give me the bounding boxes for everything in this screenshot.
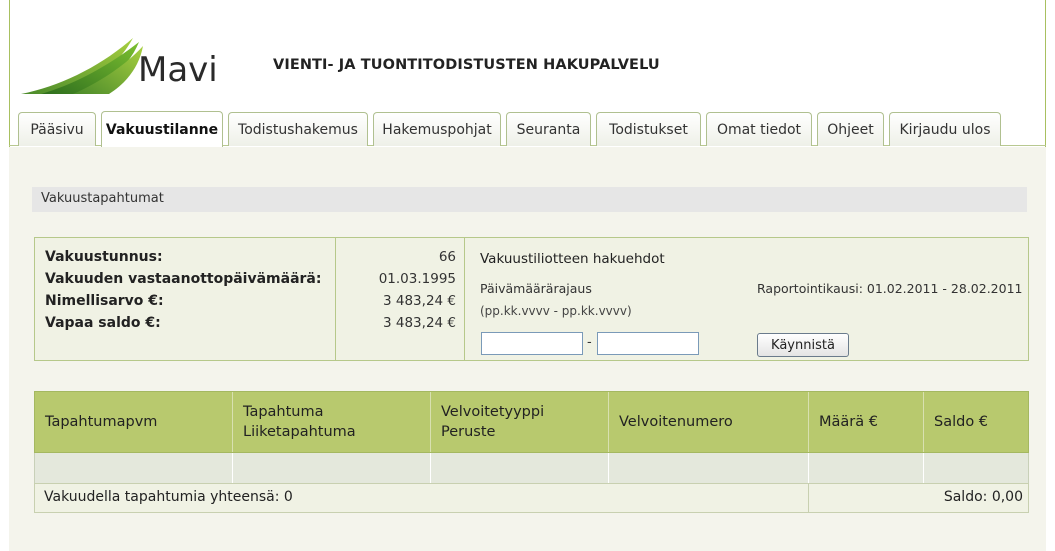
tab-omat-tiedot[interactable]: Omat tiedot [706,112,812,146]
info-values: 66 01.03.1995 3 483,24 € 3 483,24 € [335,238,465,360]
main-tab-bar: Pääsivu Vakuustilanne Todistushakemus Ha… [9,110,1046,147]
table-row [34,453,1029,483]
table-footer-row: Vakuudella tapahtumia yhteensä: 0 Saldo:… [34,483,1029,513]
column-header-velvoitenumero: Velvoitenumero [609,392,809,452]
date-range-dash: - [587,335,592,350]
end-date-input[interactable] [597,332,699,355]
content-area: Vakuustapahtumat Vakuustunnus: Vakuuden … [9,147,1046,551]
info-value-vakuustunnus: 66 [438,249,456,265]
table-header-row: Tapahtumapvm Tapahtuma Liiketapahtuma Ve… [34,391,1029,453]
tab-todistukset[interactable]: Todistukset [596,112,701,146]
search-title: Vakuustiliotteen hakuehdot [480,251,665,267]
info-value-vastaanottopaiva: 01.03.1995 [378,271,456,287]
app-title: VIENTI- JA TUONTITODISTUSTEN HAKUPALVELU [273,57,660,73]
start-button[interactable]: Käynnistä [757,333,849,357]
logo-text: Mavi [138,50,218,90]
section-title: Vakuustapahtumat [32,187,1027,212]
table-cell [233,453,431,483]
transaction-count: Vakuudella tapahtumia yhteensä: 0 [35,484,809,512]
info-label-vastaanottopaiva: Vakuuden vastaanottopäivämäärä: [45,271,322,287]
column-header-velvoitetyyppi: Velvoitetyyppi Peruste [431,392,609,452]
table-cell [809,453,924,483]
table-cell [609,453,809,483]
tab-todistushakemus[interactable]: Todistushakemus [228,112,368,146]
column-header-tapahtumapvm: Tapahtumapvm [35,392,233,452]
info-value-nimellisarvo: 3 483,24 € [383,293,456,309]
column-header-saldo: Saldo € [934,414,989,430]
search-criteria-panel: Vakuustiliotteen hakuehdot Päivämääräraj… [466,238,1028,360]
column-header-tapahtuma: Tapahtuma Liiketapahtuma [233,392,431,452]
info-label-vapaa-saldo: Vapaa saldo €: [45,315,161,331]
info-labels: Vakuustunnus: Vakuuden vastaanottopäiväm… [35,238,335,360]
start-date-input[interactable] [481,332,583,355]
tab-kirjaudu-ulos[interactable]: Kirjaudu ulos [889,112,1001,146]
table-cell [431,453,609,483]
tab-ohjeet[interactable]: Ohjeet [817,112,884,146]
table-cell [35,453,233,483]
tab-seuranta[interactable]: Seuranta [506,112,591,146]
info-label-nimellisarvo: Nimellisarvo €: [45,293,164,309]
date-range-label: Päivämäärärajaus [480,281,592,296]
info-label-vakuustunnus: Vakuustunnus: [45,249,163,265]
tab-paasivu[interactable]: Pääsivu [18,112,96,146]
total-balance: Saldo: 0,00 [943,489,1023,505]
tab-vakuustilanne[interactable]: Vakuustilanne [101,111,223,147]
table-cell [924,453,1028,483]
report-period: Raportointikausi: 01.02.2011 - 28.02.201… [757,281,1023,296]
info-value-vapaa-saldo: 3 483,24 € [383,315,456,331]
column-header-maara: Määrä € [809,392,924,452]
tab-hakemuspohjat[interactable]: Hakemuspohjat [373,112,501,146]
guarantee-info-box: Vakuustunnus: Vakuuden vastaanottopäiväm… [34,237,1029,361]
date-format-hint: (pp.kk.vvvv - pp.kk.vvvv) [480,304,632,318]
header: Mavi VIENTI- JA TUONTITODISTUSTEN HAKUPA… [12,28,1032,98]
